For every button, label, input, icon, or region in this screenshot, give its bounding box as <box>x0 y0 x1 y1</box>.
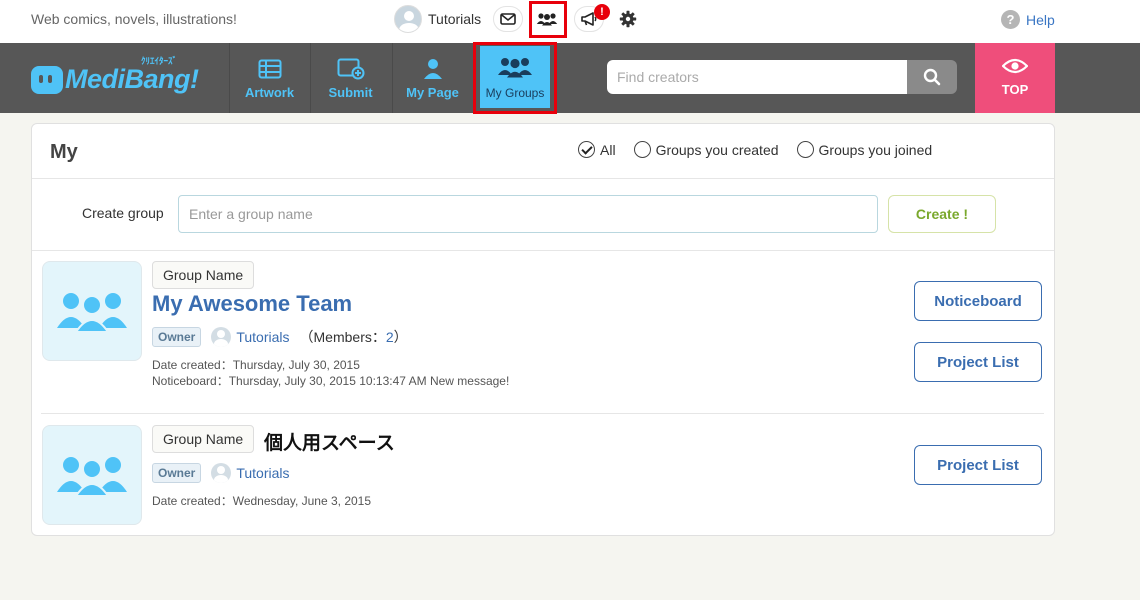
members-prefix: （Members： <box>299 329 386 345</box>
nav-submit[interactable]: Submit <box>310 43 390 113</box>
top-button[interactable]: TOP <box>975 43 1055 113</box>
divider <box>32 178 1054 179</box>
create-group-button[interactable]: Create ! <box>888 195 996 233</box>
group-card: Group Name 個人用スペース Owner Tutorials Date … <box>42 425 1044 525</box>
top-utility-bar: Web comics, novels, illustrations! Tutor… <box>0 0 1140 43</box>
group-filter: All Groups you created Groups you joined <box>578 141 950 158</box>
owner-name-link[interactable]: Tutorials <box>236 465 289 481</box>
project-list-button[interactable]: Project List <box>914 342 1042 382</box>
date-created: Date created：Thursday, July 30, 2015 <box>152 358 360 372</box>
nav-my-groups-highlight <box>473 42 557 114</box>
user-menu[interactable]: Tutorials <box>394 5 481 33</box>
username-label[interactable]: Tutorials <box>428 11 481 27</box>
group-name-tag: Group Name <box>152 425 255 453</box>
project-list-button[interactable]: Project List <box>914 445 1042 485</box>
group-thumbnail[interactable] <box>42 425 142 525</box>
help-label[interactable]: Help <box>1026 12 1055 28</box>
logo-text: MediBang! <box>65 64 199 94</box>
groups-icon-highlight <box>529 1 567 38</box>
radio-checked-icon[interactable] <box>578 141 595 158</box>
gear-icon[interactable] <box>613 6 643 32</box>
nav-my-page[interactable]: My Page <box>392 43 472 113</box>
help-link[interactable]: ? Help <box>1001 10 1055 29</box>
filter-joined[interactable]: Groups you joined <box>796 141 933 158</box>
group-thumbnail[interactable] <box>42 261 142 361</box>
role-badge: Owner <box>152 327 202 347</box>
owner-name-link[interactable]: Tutorials <box>236 329 289 345</box>
search-icon <box>923 68 941 86</box>
my-groups-panel: My All Groups you created Groups you joi… <box>31 123 1055 536</box>
owner-avatar[interactable] <box>211 327 232 347</box>
members-count-link[interactable]: 2 <box>386 329 394 345</box>
divider <box>41 413 1044 414</box>
nav-my-page-label: My Page <box>406 85 459 100</box>
eye-icon <box>1001 58 1029 79</box>
radio-icon[interactable] <box>633 141 651 158</box>
medibang-logo[interactable]: ｸﾘｴｲﾀｰｽﾞ MediBang! <box>31 53 201 103</box>
person-icon <box>423 57 443 81</box>
mail-icon[interactable] <box>493 6 523 32</box>
date-created: Date created：Wednesday, June 3, 2015 <box>152 494 372 508</box>
group-name[interactable]: 個人用スペース <box>264 428 395 455</box>
filter-created-label[interactable]: Groups you created <box>656 142 779 158</box>
group-avatar-icon <box>57 293 127 332</box>
role-badge: Owner <box>152 463 202 483</box>
radio-icon[interactable] <box>796 141 814 158</box>
notification-badge: ! <box>594 4 610 20</box>
noticeboard-button[interactable]: Noticeboard <box>914 281 1042 321</box>
page-title: My <box>50 141 78 163</box>
group-name-tag: Group Name <box>152 261 255 289</box>
user-avatar[interactable] <box>394 5 422 33</box>
filter-all-label[interactable]: All <box>600 142 616 158</box>
filter-created[interactable]: Groups you created <box>633 141 779 158</box>
members-suffix: ） <box>393 329 408 345</box>
nav-artwork[interactable]: Artwork <box>229 43 309 113</box>
group-owner-row: Owner Tutorials <box>152 463 290 483</box>
help-icon[interactable]: ? <box>1001 10 1020 29</box>
noticeboard-status: Noticeboard：Thursday, July 30, 2015 10:1… <box>152 374 510 388</box>
submit-icon <box>337 57 365 81</box>
members-info: （Members：2） <box>300 327 408 347</box>
top-button-label: TOP <box>1001 82 1029 97</box>
group-owner-row: Owner Tutorials （Members：2） <box>152 327 408 347</box>
divider <box>32 250 1054 251</box>
owner-avatar[interactable] <box>211 463 232 483</box>
group-card: Group Name My Awesome Team Owner Tutoria… <box>42 261 1044 411</box>
nav-submit-label: Submit <box>328 85 373 100</box>
create-group-label: Create group <box>82 205 164 221</box>
search-button[interactable] <box>907 60 957 94</box>
logo-mark-icon <box>31 66 63 94</box>
nav-artwork-label: Artwork <box>244 85 295 100</box>
filter-all[interactable]: All <box>578 141 616 158</box>
site-tagline: Web comics, novels, illustrations! <box>31 11 237 27</box>
artwork-icon <box>258 57 282 81</box>
main-nav: ｸﾘｴｲﾀｰｽﾞ MediBang! Artwork Submit My Pag… <box>0 43 1140 113</box>
filter-joined-label[interactable]: Groups you joined <box>819 142 933 158</box>
group-avatar-icon <box>57 457 127 496</box>
group-name-link[interactable]: My Awesome Team <box>152 291 352 317</box>
group-name-input[interactable] <box>178 195 878 233</box>
creator-search-input[interactable] <box>607 60 907 94</box>
